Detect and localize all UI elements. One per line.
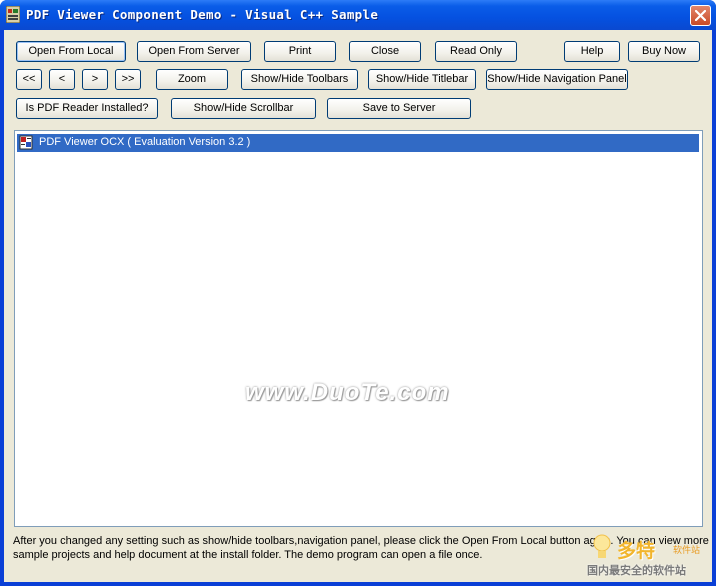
read-only-button[interactable]: Read Only	[435, 41, 517, 62]
toggle-navigation-panel-button[interactable]: Show/Hide Navigation Panel	[486, 69, 628, 90]
viewer-selected-item[interactable]: PDF Viewer OCX ( Evaluation Version 3.2 …	[17, 134, 699, 152]
app-window: PDF Viewer Component Demo - Visual C++ S…	[0, 0, 716, 586]
zoom-button[interactable]: Zoom	[156, 69, 228, 90]
close-window-button[interactable]	[690, 5, 711, 26]
open-from-server-button[interactable]: Open From Server	[137, 41, 251, 62]
help-button[interactable]: Help	[564, 41, 620, 62]
is-pdf-reader-installed-button[interactable]: Is PDF Reader Installed?	[16, 98, 158, 119]
app-icon	[6, 6, 20, 23]
pdf-viewer-control[interactable]: PDF Viewer OCX ( Evaluation Version 3.2 …	[14, 130, 703, 527]
next-page-button[interactable]: >	[82, 69, 108, 90]
toggle-scrollbar-button[interactable]: Show/Hide Scrollbar	[171, 98, 316, 119]
close-icon	[695, 10, 706, 21]
viewer-item-label: PDF Viewer OCX ( Evaluation Version 3.2 …	[39, 136, 251, 148]
client-area: Open From Local Open From Server Print C…	[4, 30, 712, 582]
corner-logo-subtitle: 软件站	[673, 545, 701, 555]
title-bar[interactable]: PDF Viewer Component Demo - Visual C++ S…	[0, 0, 716, 30]
close-button[interactable]: Close	[349, 41, 421, 62]
save-to-server-button[interactable]: Save to Server	[327, 98, 471, 119]
corner-watermark-logo: 多特 软件站 国内最安全的软件站	[587, 534, 712, 582]
watermark-text: www.DuoTe.com	[245, 379, 450, 406]
pdf-document-icon	[19, 135, 33, 150]
previous-page-button[interactable]: <	[49, 69, 75, 90]
last-page-button[interactable]: >>	[115, 69, 141, 90]
open-from-local-button[interactable]: Open From Local	[16, 41, 126, 62]
toggle-titlebar-button[interactable]: Show/Hide Titlebar	[368, 69, 476, 90]
first-page-button[interactable]: <<	[16, 69, 42, 90]
corner-logo-tagline: 国内最安全的软件站	[587, 565, 686, 577]
bulb-logo-icon	[593, 534, 611, 558]
print-button[interactable]: Print	[264, 41, 336, 62]
buy-now-button[interactable]: Buy Now	[628, 41, 700, 62]
window-title: PDF Viewer Component Demo - Visual C++ S…	[26, 7, 379, 22]
corner-logo-title: 多特	[617, 541, 656, 562]
toggle-toolbars-button[interactable]: Show/Hide Toolbars	[241, 69, 358, 90]
